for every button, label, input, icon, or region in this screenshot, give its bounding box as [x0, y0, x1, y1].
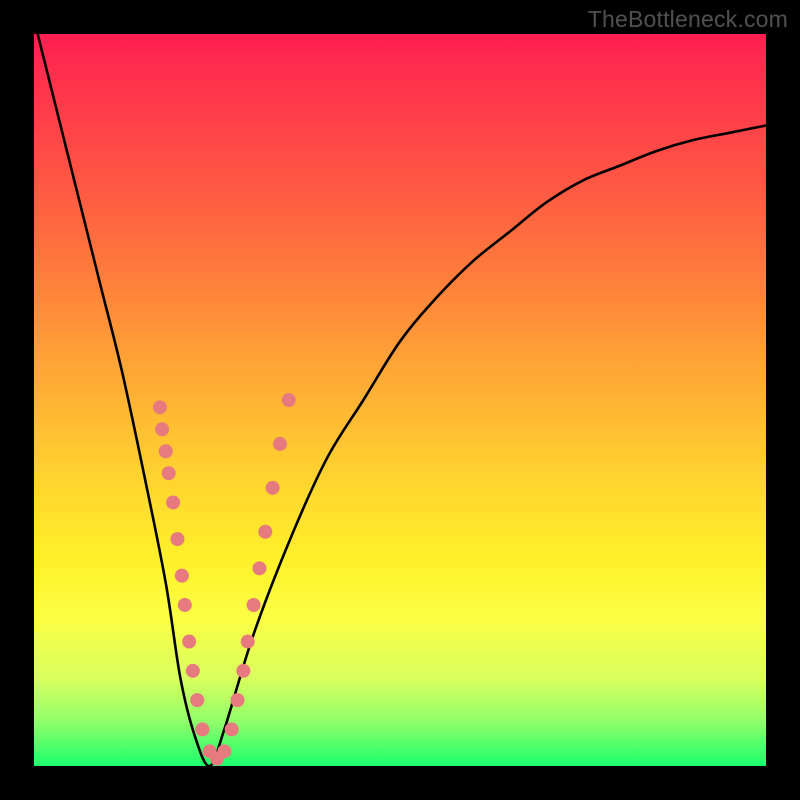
bead	[153, 400, 167, 414]
attribution-label: TheBottleneck.com	[588, 6, 788, 33]
bead	[258, 525, 272, 539]
bead	[247, 598, 261, 612]
bead	[217, 744, 231, 758]
bead	[162, 466, 176, 480]
bead	[182, 635, 196, 649]
bead	[236, 664, 250, 678]
bead	[230, 693, 244, 707]
plot-area	[34, 34, 766, 766]
bead	[273, 437, 287, 451]
bead	[186, 664, 200, 678]
bead	[178, 598, 192, 612]
bead	[195, 722, 209, 736]
bead	[155, 422, 169, 436]
bead	[175, 569, 189, 583]
bead	[170, 532, 184, 546]
bead	[241, 635, 255, 649]
bead	[166, 495, 180, 509]
bead	[225, 722, 239, 736]
bottleneck-curve	[34, 19, 766, 766]
bead	[252, 561, 266, 575]
bead	[159, 444, 173, 458]
bead	[282, 393, 296, 407]
chart-frame: TheBottleneck.com	[0, 0, 800, 800]
bead	[266, 481, 280, 495]
bead	[190, 693, 204, 707]
chart-svg	[34, 34, 766, 766]
